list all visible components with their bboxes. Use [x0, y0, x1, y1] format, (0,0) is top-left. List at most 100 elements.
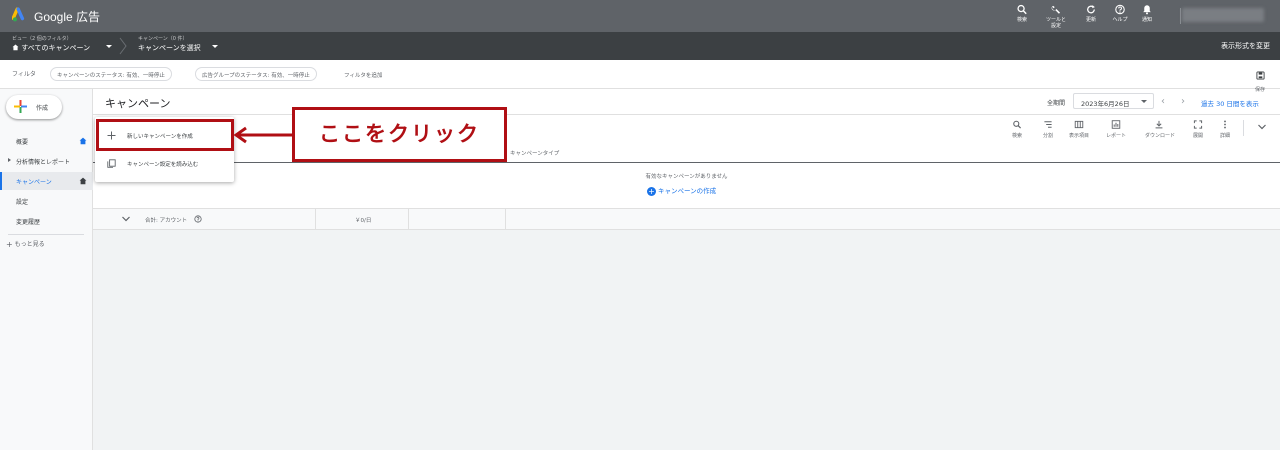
table-tool-label: レポート [1105, 133, 1126, 139]
table-tool-more[interactable]: 詳細 [1211, 120, 1239, 139]
prev-period-icon[interactable]: ‹ [1161, 96, 1165, 107]
table-tool-search[interactable]: 検索 [1003, 120, 1031, 139]
save-icon [1255, 71, 1265, 80]
sidebar-item-settings[interactable]: 設定 [0, 192, 93, 210]
app-brand[interactable]: Google 広告 [34, 8, 100, 25]
toolbar-divider [1243, 120, 1244, 136]
top-tool-label: 検索 [1016, 17, 1027, 23]
table-tool-label: 分割 [1042, 133, 1053, 139]
google-ads-logo-icon[interactable] [12, 7, 28, 23]
cell-divider [505, 209, 506, 231]
copy-icon [107, 159, 116, 168]
plus-icon: + [6, 240, 13, 249]
next-period-icon[interactable]: › [1181, 96, 1185, 107]
search-icon [1013, 120, 1022, 129]
chevron-down-icon[interactable] [1257, 123, 1267, 131]
column-header-campaign-type[interactable]: キャンペーンタイプ [510, 149, 559, 157]
more-vert-icon [1224, 120, 1226, 129]
top-tool-search[interactable]: 検索 [1008, 4, 1036, 23]
chevron-down-icon[interactable] [121, 215, 131, 223]
show-more-button[interactable]: + もっと見る [6, 239, 45, 249]
cell-divider [408, 209, 409, 231]
add-circle-icon: + [647, 186, 656, 196]
menu-item-load-campaign-settings[interactable]: キャンペーン設定を読み込む [95, 148, 234, 178]
sidebar-item-overview[interactable]: 概要 [0, 132, 93, 150]
segment-icon [1044, 121, 1052, 128]
create-button[interactable]: 作成 [6, 95, 62, 119]
date-range-value: 2023年6月26日 [1081, 100, 1130, 108]
filter-bar: フィルタ キャンペーンのステータス: 有効、一時停止 広告グループのステータス:… [0, 60, 1280, 89]
save-button[interactable]: 保存 [1252, 65, 1268, 93]
wrench-icon [1051, 5, 1061, 14]
view-name-label: すべてのキャンペーン [21, 44, 91, 52]
create-campaign-link[interactable]: + キャンペーンの作成 [647, 185, 716, 196]
view-name: すべてのキャンペーン [12, 43, 116, 53]
header-divider [93, 114, 1280, 115]
search-icon [1017, 4, 1027, 15]
sidebar-item-change-history[interactable]: 変更履歴 [0, 212, 93, 230]
table-tool-label: 詳細 [1219, 133, 1230, 139]
home-icon [79, 137, 87, 145]
account-divider [1180, 8, 1181, 24]
top-bar: Google 広告 検索 ツールと 設定 更新 ヘルプ 通知 [0, 0, 1280, 32]
top-tool-notifications[interactable]: 通知 [1133, 4, 1161, 23]
create-campaign-label: キャンペーンの作成 [658, 187, 717, 195]
table-tool-label: ダウンロード [1145, 133, 1176, 139]
total-row: 合計: アカウント ￥0/日 [93, 208, 1280, 231]
arrow-left-icon [234, 126, 292, 144]
total-budget-value: ￥0/日 [355, 218, 372, 224]
table-tool-segment[interactable]: 分割 [1034, 120, 1062, 139]
top-tool-help[interactable]: ヘルプ [1106, 4, 1134, 23]
chevron-down-icon [106, 45, 112, 48]
table-tool-label: 表示項目 [1068, 133, 1089, 139]
top-tool-label: ツールと 設定 [1045, 17, 1066, 29]
view-selector[interactable]: ビュー（2 個のフィルタ） すべてのキャンペーン [12, 36, 116, 53]
filter-chip-campaign-status[interactable]: キャンペーンのステータス: 有効、一時停止 [50, 67, 172, 81]
help-icon[interactable] [194, 215, 202, 223]
table-tool-download[interactable]: ダウンロード [1145, 120, 1176, 139]
table-empty-area [93, 230, 1280, 450]
report-icon [1111, 120, 1121, 129]
table-tool-reports[interactable]: レポート [1102, 120, 1130, 139]
breadcrumb-bar: ビュー（2 個のフィルタ） すべてのキャンペーン キャンペーン（0 件） キャン… [0, 32, 1280, 60]
table-tool-expand[interactable]: 展開 [1184, 120, 1212, 139]
table-tool-label: 検索 [1011, 133, 1022, 139]
save-label: 保存 [1254, 87, 1265, 93]
table-header-divider [93, 162, 1280, 163]
sidebar-item-label: 概要 [16, 139, 29, 146]
top-tool-label: 通知 [1141, 17, 1152, 23]
filter-label: フィルタ [12, 71, 36, 78]
account-info-blurred[interactable] [1182, 8, 1264, 22]
columns-icon [1074, 120, 1084, 129]
top-tool-refresh[interactable]: 更新 [1077, 4, 1105, 23]
campaign-count: キャンペーン（0 件） [138, 36, 188, 42]
cell-divider [315, 209, 316, 231]
create-button-label: 作成 [36, 105, 49, 112]
sidebar-divider [8, 234, 84, 235]
sidebar-item-insights-reports[interactable]: 分析情報とレポート [0, 152, 93, 170]
campaign-selector[interactable]: キャンペーン（0 件） キャンペーンを選択 [138, 36, 222, 53]
chevron-down-icon [212, 45, 218, 48]
sidebar-item-label: 変更履歴 [16, 219, 41, 226]
table-tool-columns[interactable]: 表示項目 [1065, 120, 1093, 139]
change-view-button[interactable]: 表示形式を変更 [1221, 41, 1270, 51]
help-icon [1115, 4, 1125, 15]
bell-icon [1143, 5, 1151, 15]
page-title: キャンペーン [105, 97, 171, 110]
sidebar: 作成 概要 分析情報とレポート キャンペーン 設定 変更履歴 + もっと見る [0, 89, 93, 450]
date-range-selector[interactable]: 2023年6月26日 [1073, 93, 1154, 109]
highlight-box [96, 119, 234, 151]
sidebar-item-label: 分析情報とレポート [16, 159, 71, 166]
breadcrumb-separator-icon [119, 37, 127, 55]
chevron-down-icon [1141, 100, 1147, 103]
filter-chip-adgroup-status[interactable]: 広告グループのステータス: 有効、一時停止 [195, 67, 317, 81]
top-tool-tools-settings[interactable]: ツールと 設定 [1042, 4, 1070, 29]
campaign-select-label: キャンペーンを選択 [138, 44, 201, 52]
refresh-icon [1087, 5, 1095, 14]
add-filter-button[interactable]: フィルタを追加 [344, 71, 382, 79]
top-tool-label: ヘルプ [1112, 17, 1128, 23]
show-last-30-days-link[interactable]: 過去 30 日間を表示 [1201, 98, 1259, 108]
callout-click-here: ここをクリック [292, 107, 507, 162]
sidebar-item-label: 設定 [16, 199, 29, 206]
view-filter-count: ビュー（2 個のフィルタ） [12, 36, 72, 42]
